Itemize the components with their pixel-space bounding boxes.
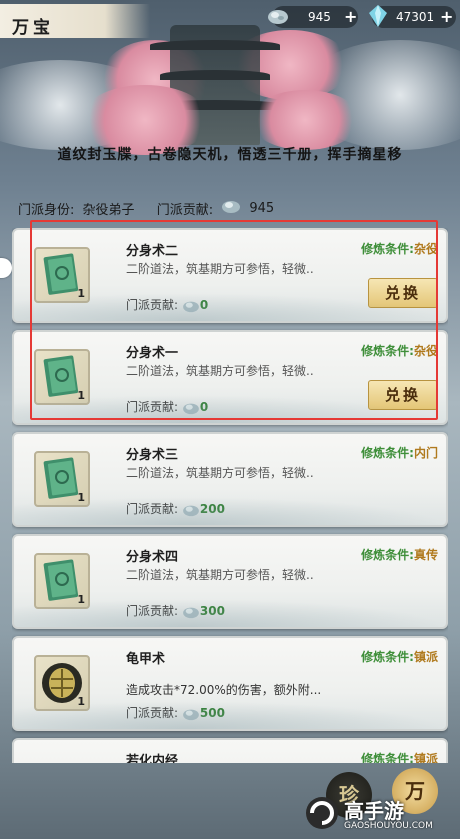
item-requirement: 修炼条件:内门: [361, 446, 438, 460]
identity-label: 门派身份:: [18, 202, 75, 218]
top-bar: 万宝 945 + 47301 +: [0, 0, 460, 40]
item-requirement: 修炼条件:镇派: [361, 752, 438, 763]
item-name: 分身术三: [126, 448, 179, 463]
currency-spirit-stone: 945 +: [268, 6, 358, 28]
list-item[interactable]: 1 龟甲术 修炼条件:镇派 造成攻击*72.00%的伤害，额外附... 门派贡献…: [12, 636, 448, 731]
item-count: 1: [77, 593, 85, 606]
item-cost: 门派贡献: 500: [126, 706, 225, 720]
turtle-shell-icon: [42, 663, 82, 703]
item-description: 二阶道法，筑基期方可参悟，轻微..: [126, 466, 314, 480]
contribution-value: 945: [249, 200, 275, 216]
spirit-stone-icon: [268, 10, 288, 24]
item-thumbnail: 1: [34, 553, 90, 609]
crystal-count: 47301: [396, 10, 435, 24]
item-description: 二阶道法，筑基期方可参悟，轻微..: [126, 568, 314, 582]
green-book-icon: [43, 457, 79, 499]
watermark-url: GAOSHOUYOU.COM: [344, 821, 433, 831]
add-crystal-button[interactable]: +: [440, 7, 453, 26]
item-name: 分身术四: [126, 550, 179, 565]
currency-crystal: 47301 +: [369, 5, 456, 28]
item-cost: 门派贡献: 300: [126, 604, 225, 618]
page-title: 万宝: [12, 18, 54, 38]
identity-value: 杂役弟子: [82, 202, 135, 218]
list-item[interactable]: 1 分身术三 修炼条件:内门 二阶道法，筑基期方可参悟，轻微.. 门派贡献: 2…: [12, 432, 448, 527]
slogan-text: 道纹封玉牒，古卷隐天机，悟透三千册，挥手摘星移: [57, 147, 403, 163]
item-requirement: 修炼条件:真传: [361, 548, 438, 562]
title-plate: 万宝: [0, 4, 150, 38]
item-requirement: 修炼条件:镇派: [361, 650, 438, 664]
green-book-icon: [43, 559, 79, 601]
sect-info: 门派身份: 杂役弟子 门派贡献: 945: [18, 198, 274, 218]
side-pull-tab[interactable]: [0, 258, 12, 278]
item-thumbnail: 1: [34, 655, 90, 711]
item-count: 1: [77, 695, 85, 708]
gaoshouyou-logo-icon: [306, 797, 338, 829]
contribution-icon: [221, 198, 241, 218]
item-name: 龟甲术: [126, 652, 166, 667]
list-item[interactable]: 1 分身术四 修炼条件:真传 二阶道法，筑基期方可参悟，轻微.. 门派贡献: 3…: [12, 534, 448, 629]
item-thumbnail: 1: [34, 451, 90, 507]
spirit-stone-count: 945: [308, 10, 331, 24]
highlight-box: [30, 220, 438, 420]
list-item[interactable]: 若化内经 修炼条件:镇派: [12, 738, 448, 763]
contribution-label: 门派贡献:: [156, 202, 214, 218]
watermark-logo: 高手游 GAOSHOUYOU.COM: [304, 795, 454, 835]
add-spirit-stone-button[interactable]: +: [344, 7, 357, 26]
item-cost: 门派贡献: 200: [126, 502, 225, 516]
watermark-brand: 高手游: [344, 799, 404, 823]
item-count: 1: [77, 491, 85, 504]
crystal-icon: [369, 5, 387, 27]
item-description: 造成攻击*72.00%的伤害，额外附...: [126, 683, 322, 697]
item-name: 若化内经: [126, 754, 179, 763]
